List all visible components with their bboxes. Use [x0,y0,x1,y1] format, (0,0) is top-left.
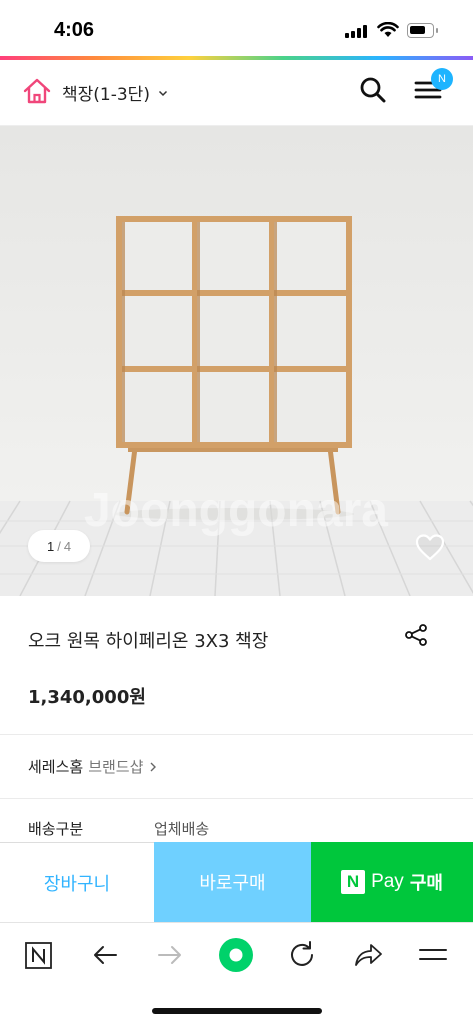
new-badge: N [431,68,453,90]
naver-pay-button[interactable]: N Pay 구매 [311,842,473,922]
brand-shop-label: 브랜드샵 [88,758,144,776]
naver-n-icon[interactable] [22,938,56,972]
chevron-down-icon [158,90,167,96]
forward-arrow-icon[interactable] [153,938,187,972]
wifi-icon [377,22,399,37]
menu-lines-icon[interactable] [416,938,450,972]
purchase-bar: 장바구니 바로구매 N Pay 구매 [0,842,473,922]
image-counter-total: 4 [63,538,72,554]
home-indicator [152,1008,322,1014]
reload-icon[interactable] [285,938,319,972]
naver-pay-logo: N [341,870,366,894]
image-counter-current: 1 [46,538,55,554]
home-icon[interactable] [22,77,52,105]
product-price: 1,340,000원 [28,687,146,708]
cellular-signal-icon [345,25,367,38]
battery-cap [436,28,438,33]
product-image[interactable]: Joonggonara [0,126,473,596]
heart-icon[interactable] [414,532,446,562]
search-icon[interactable] [359,76,387,104]
brand-name: 세레스홈 [28,758,84,776]
category-dropdown[interactable]: 책장(1-3단) [62,80,168,105]
battery-level [410,26,425,34]
naver-pay-label: Pay [371,871,404,892]
image-counter-separator: / [57,538,61,554]
chevron-right-icon [150,762,157,771]
bookshelf-photo: Joonggonara [0,126,473,596]
app-header: 책장(1-3단) N [0,60,473,126]
share-arrow-icon[interactable] [351,938,385,972]
back-arrow-icon[interactable] [88,938,122,972]
status-time: 4:06 [54,19,95,41]
add-to-cart-button[interactable]: 장바구니 [0,842,154,922]
buy-now-button[interactable]: 바로구매 [154,842,311,922]
divider [0,734,473,735]
brand-shop-link[interactable]: 세레스홈 브랜드샵 [28,756,158,777]
naver-pay-buy-label: 구매 [409,873,443,894]
battery-icon [407,23,434,38]
product-title: 오크 원목 하이페리온 3X3 책장 [28,631,269,652]
green-dot-icon[interactable] [218,937,254,973]
shipping-value: 업체배송 [154,820,210,838]
watermark-text: Joonggonara [84,484,388,537]
shipping-label: 배송구분 [28,820,84,838]
status-bar: 4:06 [0,0,473,56]
category-title: 책장(1-3단) [62,85,150,105]
share-icon[interactable] [404,624,428,646]
image-counter: 1 / 4 [28,530,90,562]
divider [0,798,473,799]
